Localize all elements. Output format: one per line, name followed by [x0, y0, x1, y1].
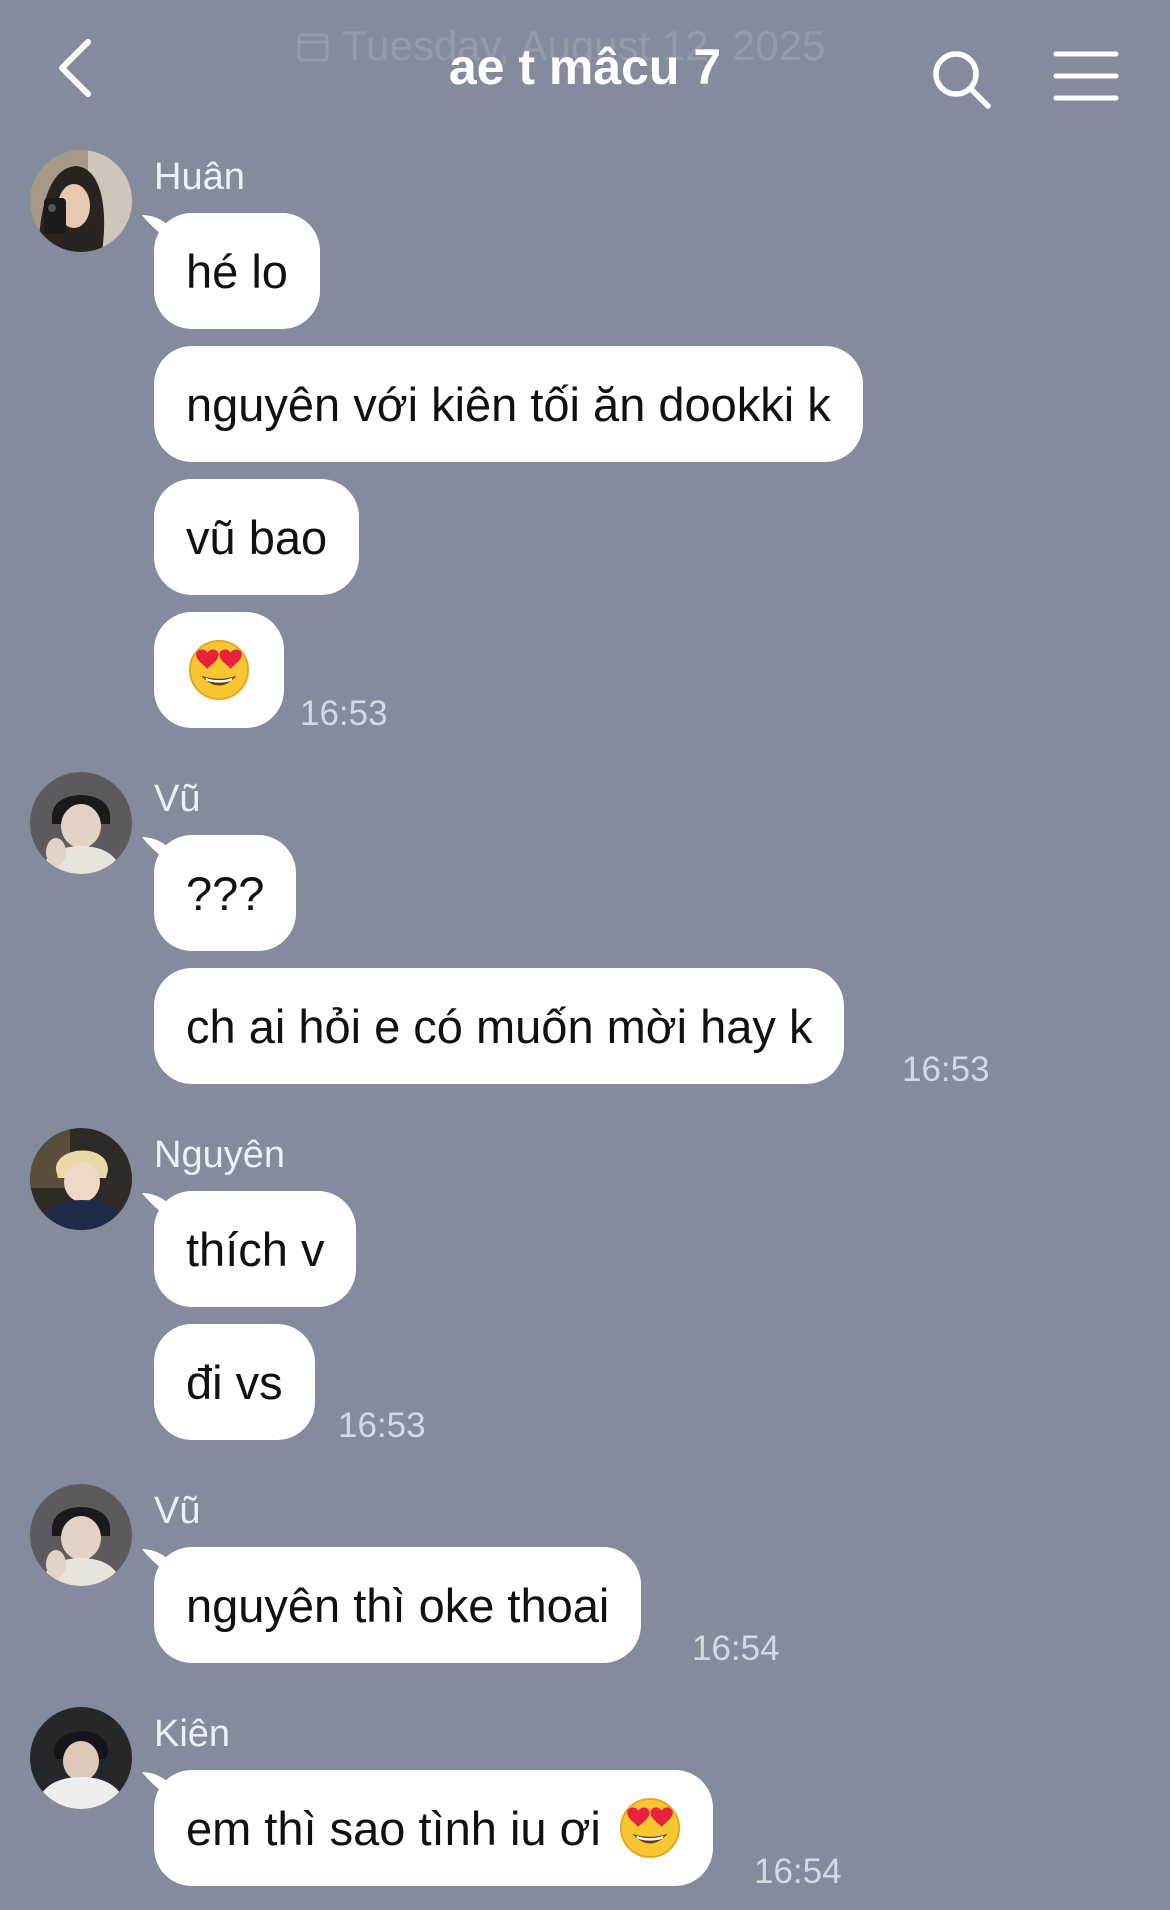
avatar-photo	[30, 772, 132, 874]
message-bubble[interactable]: hé lo	[142, 213, 320, 329]
sender-name: Vũ	[154, 778, 201, 820]
message-bubble[interactable]: em thì sao tình iu ơi	[142, 1770, 713, 1886]
message-text: hé lo	[186, 244, 288, 298]
message-timestamp: 16:53	[338, 1406, 426, 1445]
bubble-tail	[142, 215, 178, 245]
message-bubble[interactable]: nguyên thì oke thoai	[142, 1547, 642, 1663]
heart-eyes-emoji-icon	[619, 1797, 681, 1859]
message-list[interactable]: Huân hé lo nguyên với kiên tối ăn dookki…	[0, 0, 1170, 1910]
message-text: nguyên với kiên tối ăn dookki k	[186, 377, 831, 431]
avatar-vu[interactable]	[30, 1484, 132, 1586]
message-bubble[interactable]: đi vs	[154, 1324, 315, 1440]
message-text: ch ai hỏi e có muốn mời hay k	[186, 999, 813, 1053]
avatar-photo	[30, 150, 132, 252]
message-timestamp: 16:54	[754, 1852, 842, 1891]
message-bubble[interactable]: nguyên với kiên tối ăn dookki k	[154, 346, 863, 462]
message-text: ???	[186, 866, 265, 920]
bubble-tail	[142, 1549, 178, 1579]
sender-name: Nguyên	[154, 1134, 285, 1176]
message-text: nguyên thì oke thoai	[186, 1578, 610, 1632]
sender-name: Kiên	[154, 1713, 231, 1755]
message-bubble[interactable]: vũ bao	[154, 479, 360, 595]
message-text: đi vs	[186, 1355, 283, 1409]
sender-name: Vũ	[154, 1490, 201, 1532]
heart-eyes-emoji-icon	[188, 639, 250, 701]
avatar-nguyen[interactable]	[30, 1128, 132, 1230]
avatar-kien[interactable]	[30, 1707, 132, 1809]
message-bubble[interactable]: ch ai hỏi e có muốn mời hay k	[154, 968, 845, 1084]
message-bubble[interactable]: thích v	[142, 1191, 357, 1307]
message-text: em thì sao tình iu ơi	[186, 1801, 601, 1855]
message-timestamp: 16:53	[300, 694, 388, 733]
message-text: thích v	[186, 1222, 325, 1276]
avatar-photo	[30, 1128, 132, 1230]
sender-name: Huân	[154, 156, 245, 198]
bubble-tail	[142, 837, 178, 867]
bubble-tail	[142, 1193, 178, 1223]
avatar-vu[interactable]	[30, 772, 132, 874]
message-timestamp: 16:54	[692, 1629, 780, 1668]
emoji-message-bubble[interactable]	[154, 612, 284, 728]
avatar-huan[interactable]	[30, 150, 132, 252]
avatar-photo	[30, 1707, 132, 1809]
message-text: vũ bao	[186, 510, 328, 564]
message-timestamp: 16:53	[902, 1050, 990, 1089]
avatar-photo	[30, 1484, 132, 1586]
bubble-tail	[142, 1772, 178, 1802]
message-bubble[interactable]: ???	[142, 835, 297, 951]
